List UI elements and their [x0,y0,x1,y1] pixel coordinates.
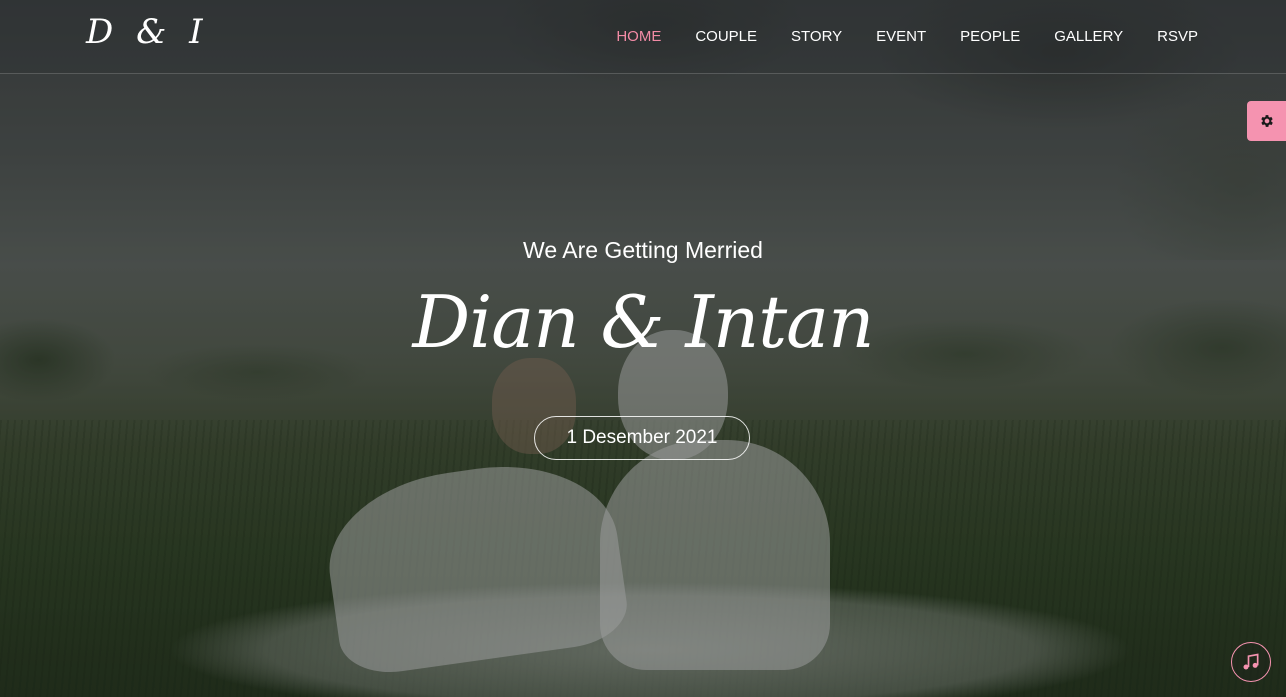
wedding-date-badge: 1 Desember 2021 [534,416,750,460]
nav-item-gallery[interactable]: GALLERY [1054,28,1123,45]
music-note-icon [1243,653,1259,670]
music-toggle-button[interactable] [1231,642,1271,682]
nav-item-people[interactable]: PEOPLE [960,28,1020,45]
wedding-date: 1 Desember 2021 [566,427,718,448]
main-nav: HOME COUPLE STORY EVENT PEOPLE GALLERY R… [582,28,1198,45]
nav-item-home[interactable]: HOME [616,28,661,45]
nav-item-couple[interactable]: COUPLE [695,28,757,45]
nav-item-event[interactable]: EVENT [876,28,926,45]
nav-item-rsvp[interactable]: RSVP [1157,28,1198,45]
couple-names: Dian & Intan [412,280,875,364]
navbar: D & I HOME COUPLE STORY EVENT PEOPLE GAL… [0,0,1286,74]
hero-tagline: We Are Getting Merried [523,237,763,263]
brand-logo[interactable]: D & I [86,12,209,52]
nav-item-story[interactable]: STORY [791,28,842,45]
gear-icon [1260,115,1273,127]
settings-button[interactable] [1247,101,1286,141]
